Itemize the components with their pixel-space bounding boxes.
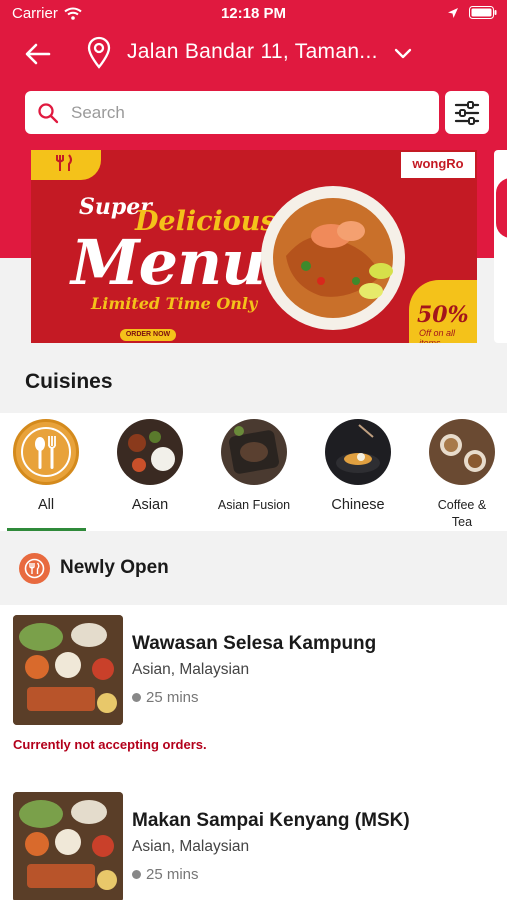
restaurant-name: Makan Sampai Kenyang (MSK): [132, 810, 410, 831]
delivery-time-text: 25 mins: [146, 866, 199, 883]
search-icon: [38, 103, 59, 124]
location-pin-icon: [87, 36, 111, 69]
cuisine-chinese[interactable]: Chinese: [313, 419, 403, 514]
asian-food-image: [117, 419, 183, 485]
asian-fusion-food-image: [221, 419, 287, 485]
cuisine-coffee-tea[interactable]: Coffee & Tea: [417, 419, 507, 531]
cuisine-label: Chinese: [331, 497, 385, 513]
battery-icon: [469, 6, 497, 19]
restaurant-card[interactable]: Makan Sampai Kenyang (MSK) Asian, Malays…: [0, 782, 507, 900]
newly-open-header: Newly Open: [0, 531, 507, 605]
back-arrow-icon[interactable]: [22, 38, 54, 70]
cuisine-asian[interactable]: Asian: [105, 419, 195, 514]
delivery-time: 25 mins: [132, 689, 199, 706]
time-dot-icon: [132, 870, 141, 879]
search-placeholder: Search: [71, 103, 125, 122]
cuisine-label: Asian Fusion: [217, 498, 291, 512]
promo-banner[interactable]: wongRo Super Delicious Menu Limited Time…: [31, 150, 477, 343]
cutlery-icon: [13, 419, 79, 485]
coffee-image: [429, 419, 495, 485]
restaurant-card[interactable]: Wawasan Selesa Kampung Asian, Malaysian …: [0, 605, 507, 755]
order-status-warning: Currently not accepting orders.: [13, 737, 207, 752]
search-input[interactable]: Search: [25, 91, 439, 134]
time-dot-icon: [132, 693, 141, 702]
restaurant-icon: [19, 553, 50, 584]
newly-open-title: Newly Open: [60, 557, 169, 578]
clock: 12:18 PM: [220, 5, 287, 22]
location-bar: Jalan Bandar 11, Taman...: [0, 34, 507, 74]
filter-sliders-icon: [454, 101, 480, 125]
cutlery-icon: [56, 154, 72, 171]
current-location[interactable]: Jalan Bandar 11, Taman...: [127, 40, 378, 64]
cuisine-label: Coffee & Tea: [437, 498, 487, 529]
banner-logo: wongRo: [401, 152, 475, 178]
offer-note: Off on all items: [419, 328, 456, 343]
cuisine-asian-fusion[interactable]: Asian Fusion: [209, 419, 299, 514]
delivery-time: 25 mins: [132, 866, 199, 883]
banner-corner: [31, 150, 101, 180]
banner-text-menu: Menu: [71, 226, 266, 299]
restaurant-name: Wawasan Selesa Kampung: [132, 633, 377, 654]
food-plate-image: [261, 186, 405, 330]
cuisine-label: Asian: [131, 497, 169, 513]
cuisine-list: All Asian Asian Fusion Chinese Coffee & …: [0, 413, 507, 531]
banner-order-now[interactable]: ORDER NOW: [120, 329, 176, 341]
restaurant-thumbnail: [13, 792, 123, 900]
chinese-food-image: [325, 419, 391, 485]
banner-offer-badge: 50% Off on all items: [409, 280, 477, 343]
restaurant-cuisine: Asian, Malaysian: [132, 661, 250, 678]
status-bar: Carrier 12:18 PM: [0, 0, 507, 28]
location-arrow-icon: [448, 7, 458, 18]
cuisine-all[interactable]: All: [1, 419, 91, 514]
cuisines-title: Cuisines: [25, 370, 113, 393]
cuisine-label: All: [37, 497, 55, 513]
next-banner-peek[interactable]: [494, 150, 507, 343]
chevron-down-icon[interactable]: [392, 42, 414, 64]
delivery-time-text: 25 mins: [146, 689, 199, 706]
restaurant-cuisine: Asian, Malaysian: [132, 838, 250, 855]
offer-percent: 50%: [417, 302, 469, 328]
restaurant-thumbnail: [13, 615, 123, 725]
banner-text-limited: Limited Time Only: [91, 294, 258, 313]
filter-button[interactable]: [445, 91, 489, 134]
